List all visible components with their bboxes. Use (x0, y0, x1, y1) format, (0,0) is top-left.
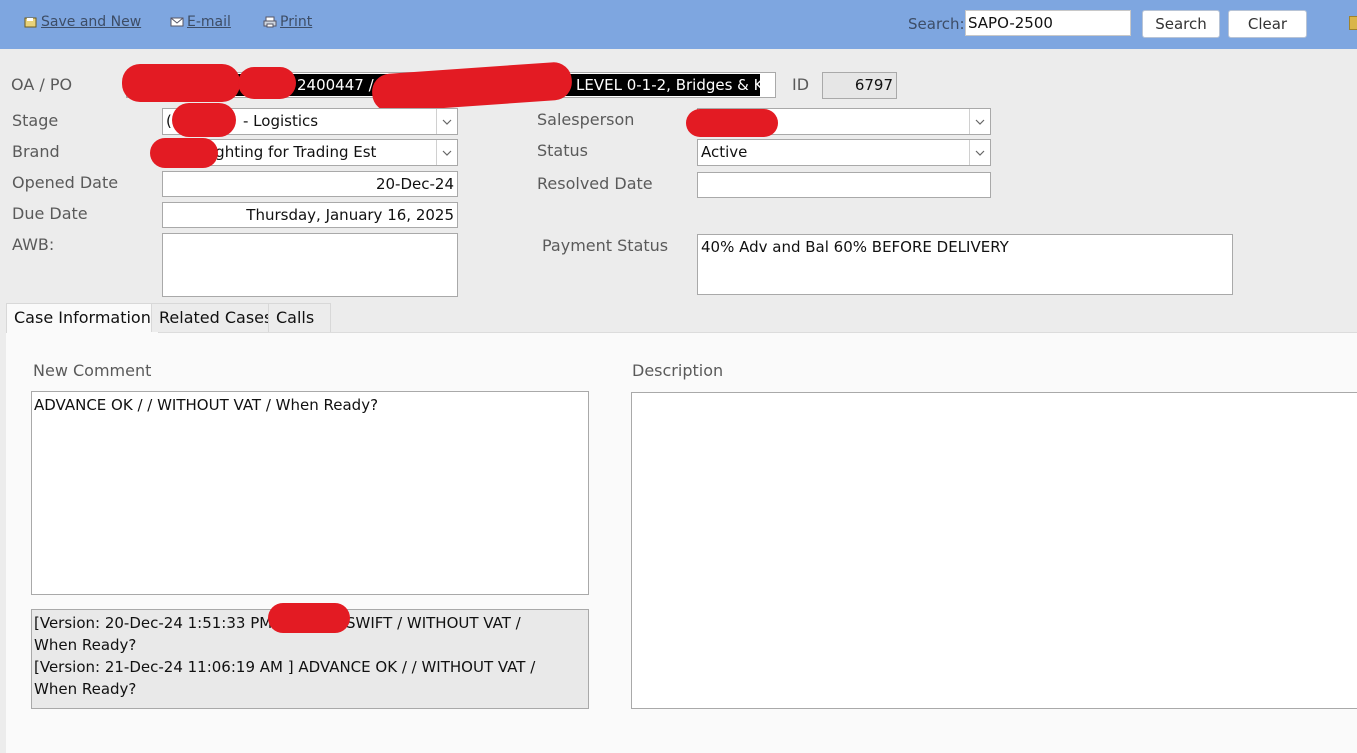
redaction-mark (268, 603, 350, 633)
status-dropdown[interactable]: Active (697, 139, 991, 166)
oa-po-label: OA / PO (11, 75, 73, 94)
salesperson-label: Salesperson (537, 110, 635, 129)
email-icon (170, 16, 184, 28)
save-new-icon (24, 16, 38, 28)
tab-case-information[interactable]: Case Information (6, 303, 159, 333)
opened-date-field[interactable]: 20-Dec-24 (162, 171, 458, 197)
chevron-down-icon[interactable] (969, 109, 990, 134)
redaction-mark (370, 61, 574, 113)
payment-status-field[interactable]: 40% Adv and Bal 60% BEFORE DELIVERY (697, 234, 1233, 295)
awb-field[interactable] (162, 233, 458, 297)
redaction-mark (172, 103, 236, 137)
due-date-field[interactable]: Thursday, January 16, 2025 (162, 202, 458, 228)
chevron-down-icon[interactable] (436, 109, 457, 134)
history-line: When Ready? (34, 680, 137, 698)
save-and-new-label: Save and New (41, 14, 142, 30)
redaction-mark (122, 64, 240, 102)
print-label: Print (280, 14, 313, 30)
stage-label: Stage (12, 111, 59, 130)
history-line: [Version: 20-Dec-24 1:51:33 PM (34, 614, 273, 632)
save-and-new-button[interactable]: Save and New (24, 12, 141, 32)
status-value: Active (701, 143, 748, 161)
new-comment-label: New Comment (33, 361, 152, 380)
email-button[interactable]: E-mail (170, 12, 231, 32)
brand-label: Brand (12, 142, 60, 161)
description-textarea[interactable] (631, 392, 1357, 709)
id-label: ID (792, 75, 810, 94)
tab-related-cases[interactable]: Related Cases (151, 303, 281, 332)
status-label: Status (537, 141, 588, 160)
redaction-mark (686, 109, 778, 137)
due-date-label: Due Date (12, 204, 88, 223)
printer-icon (263, 16, 277, 28)
folder-icon[interactable] (1349, 16, 1357, 30)
redaction-mark (238, 67, 296, 99)
search-button[interactable]: Search (1142, 10, 1220, 38)
clear-button[interactable]: Clear (1228, 10, 1307, 38)
tab-calls[interactable]: Calls (268, 303, 331, 332)
stage-value-suffix: - Logistics (243, 112, 319, 130)
oa-po-text-part-1: 2400447 / (297, 76, 374, 94)
print-button[interactable]: Print (263, 12, 312, 32)
awb-label: AWB: (12, 235, 55, 254)
resolved-date-field[interactable] (697, 172, 991, 198)
history-line: When Ready? (34, 636, 137, 654)
history-line: SWIFT / WITHOUT VAT / (346, 614, 521, 632)
resolved-date-label: Resolved Date (537, 174, 653, 193)
opened-date-label: Opened Date (12, 173, 119, 192)
payment-status-label: Payment Status (542, 236, 669, 255)
email-label: E-mail (187, 14, 231, 30)
history-line: [Version: 21-Dec-24 11:06:19 AM ] ADVANC… (34, 658, 536, 676)
description-label: Description (632, 361, 724, 380)
search-input[interactable] (965, 10, 1131, 36)
oa-po-text-part-2: LEVEL 0-1-2, Bridges & K (576, 76, 764, 94)
redaction-mark (150, 138, 218, 168)
id-field: 6797 (822, 72, 897, 99)
new-comment-textarea[interactable]: ADVANCE OK / / WITHOUT VAT / When Ready? (31, 391, 589, 595)
chevron-down-icon[interactable] (436, 140, 457, 165)
search-label: Search: (908, 15, 965, 33)
brand-value: ighting for Trading Est (211, 143, 377, 161)
chevron-down-icon[interactable] (969, 140, 990, 165)
